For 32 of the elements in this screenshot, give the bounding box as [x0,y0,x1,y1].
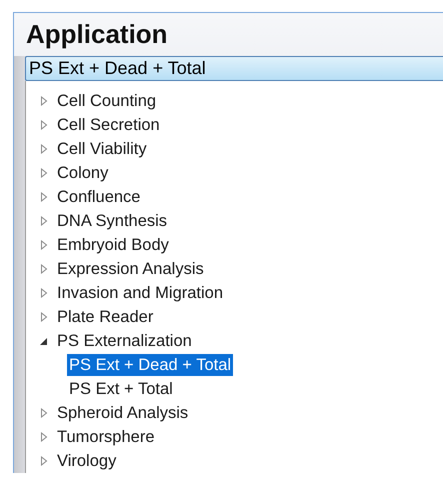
application-combo-box[interactable]: PS Ext + Dead + Total [25,56,443,81]
expand-icon[interactable] [40,312,48,322]
expand-icon[interactable] [40,120,48,130]
tree-item[interactable]: Confluence [55,186,142,208]
expand-icon[interactable] [40,240,48,250]
expand-icon[interactable] [40,96,48,106]
tree-item[interactable]: PS Externalization [55,330,194,352]
expand-icon[interactable] [40,456,48,466]
expand-icon[interactable] [40,192,48,202]
expand-icon[interactable] [40,288,48,298]
panel-title: Application [26,19,168,50]
tree-item[interactable]: PS Ext + Total [67,378,175,400]
tree-item[interactable]: Invasion and Migration [55,282,226,304]
tree-item[interactable]: Tumorsphere [55,426,157,448]
expand-icon[interactable] [40,144,48,154]
expand-icon[interactable] [40,264,48,274]
tree-item[interactable]: Expression Analysis [55,258,206,280]
expand-icon[interactable] [40,432,48,442]
tree-item[interactable]: Virology [55,450,118,472]
tree-item[interactable]: Plate Reader [55,306,156,328]
tree-item[interactable]: Cell Viability [55,138,149,160]
expand-icon[interactable] [40,168,48,178]
tree-item[interactable]: Colony [55,162,110,184]
tree-item[interactable]: PS Ext + Dead + Total [67,354,234,376]
expand-icon[interactable] [40,408,48,418]
tree-item[interactable]: Cell Secretion [55,114,162,136]
collapse-icon[interactable] [40,336,48,346]
tree-item[interactable]: DNA Synthesis [55,210,170,232]
tree-item[interactable]: Cell Counting [55,90,158,112]
expand-icon[interactable] [40,216,48,226]
tree-item[interactable]: Spheroid Analysis [55,402,190,424]
tree-item[interactable]: Embryoid Body [55,234,171,256]
